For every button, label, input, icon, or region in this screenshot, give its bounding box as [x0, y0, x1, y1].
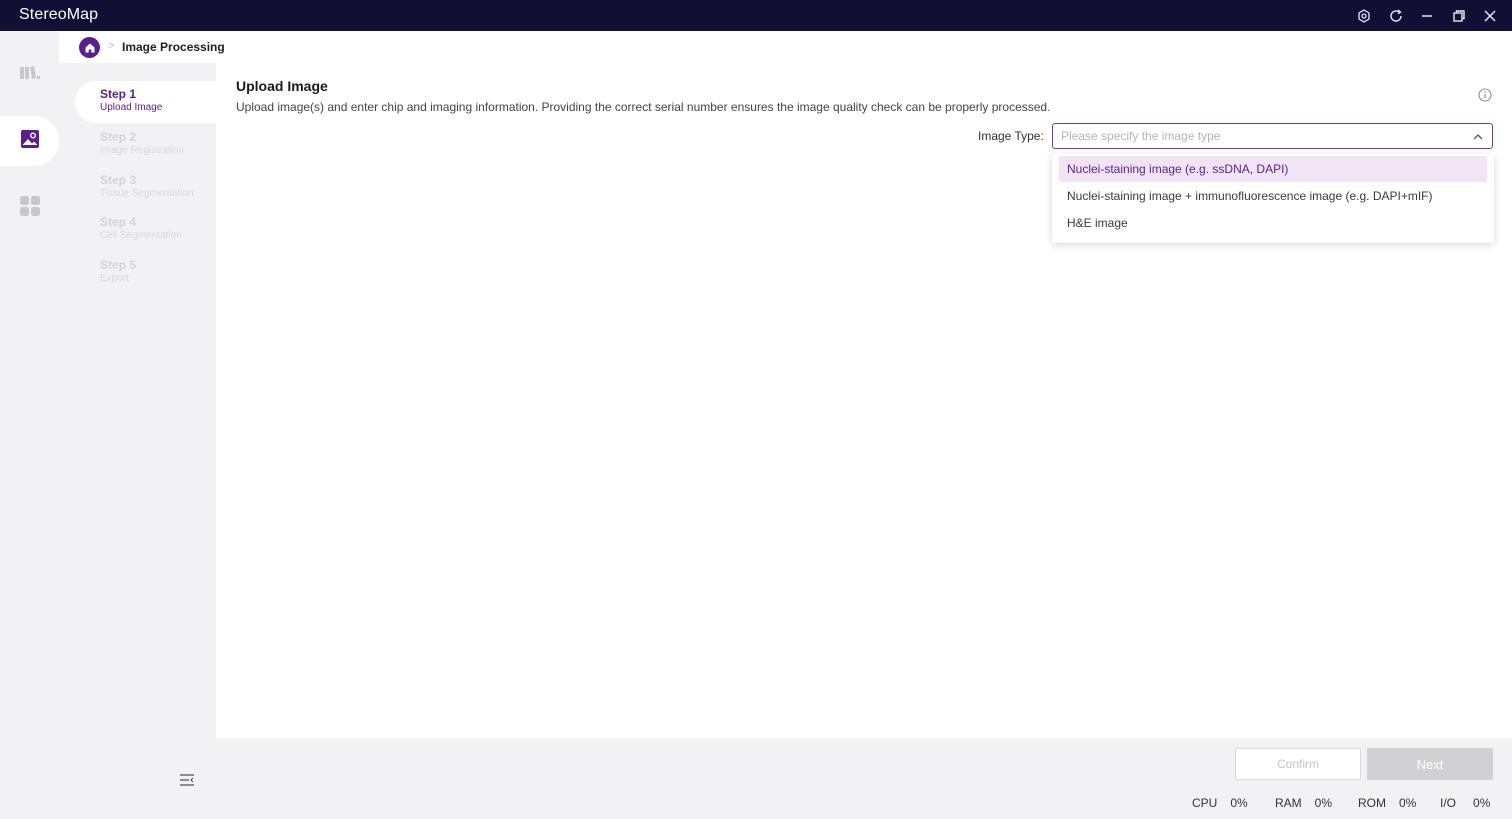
app-title: StereoMap [19, 6, 99, 23]
step-subtitle: Tissue Segmentation [100, 188, 194, 199]
collapse-menu-icon[interactable] [178, 772, 196, 788]
minimize-icon[interactable] [1416, 5, 1438, 27]
title-bar: StereoMap [0, 0, 1512, 31]
settings-icon[interactable] [1353, 5, 1375, 27]
step-1[interactable]: Step 1 Upload Image [75, 81, 216, 123]
stat-label: ROM [1358, 796, 1386, 810]
next-button[interactable]: Next [1367, 748, 1493, 780]
rom-stat: ROM 0% [1358, 796, 1416, 810]
step-subtitle: Image Registration [100, 145, 184, 156]
breadcrumb: > Image Processing [59, 31, 1512, 63]
step-5: Step 5 Export [75, 252, 216, 294]
image-processing-icon [20, 129, 40, 154]
steps-panel: Step 1 Upload Image Step 2 Image Registr… [59, 63, 216, 819]
step-2: Step 2 Image Registration [75, 124, 216, 166]
stat-value: 0% [1473, 796, 1491, 810]
page-description: Upload image(s) and enter chip and imagi… [236, 100, 1051, 114]
step-subtitle: Upload Image [100, 102, 163, 113]
step-3: Step 3 Tissue Segmentation [75, 167, 216, 209]
restore-icon[interactable] [1448, 5, 1470, 27]
ram-stat: RAM 0% [1275, 796, 1332, 810]
stat-value: 0% [1314, 796, 1333, 810]
rail-item-apps[interactable] [0, 183, 59, 233]
image-type-option[interactable]: Nuclei-staining image + immunofluorescen… [1059, 183, 1487, 209]
confirm-button[interactable]: Confirm [1235, 748, 1361, 780]
step-title: Step 2 [100, 130, 137, 144]
step-4: Step 4 Cell Segmentation [75, 209, 216, 251]
home-icon[interactable] [79, 37, 100, 58]
image-type-option[interactable]: Nuclei-staining image (e.g. ssDNA, DAPI) [1059, 156, 1487, 182]
image-type-select[interactable]: Please specify the image type [1052, 123, 1493, 149]
page-title: Upload Image [236, 78, 328, 94]
footer-bar: Confirm Next CPU 0% RAM 0% ROM 0% I/O 0% [216, 738, 1512, 819]
step-subtitle: Export [100, 273, 129, 284]
image-type-placeholder: Please specify the image type [1061, 129, 1221, 143]
rail-item-image-processing[interactable] [0, 116, 59, 166]
stat-value: 0% [1399, 796, 1417, 810]
step-title: Step 5 [100, 258, 137, 272]
breadcrumb-separator: > [108, 40, 115, 52]
close-icon[interactable] [1479, 5, 1501, 27]
info-icon[interactable] [1478, 88, 1492, 102]
refresh-icon[interactable] [1385, 5, 1407, 27]
cpu-stat: CPU 0% [1192, 796, 1248, 810]
io-stat: I/O 0% [1440, 796, 1490, 810]
stat-label: I/O [1440, 796, 1457, 810]
stat-value: 0% [1230, 796, 1248, 810]
apps-grid-icon [19, 195, 41, 222]
step-title: Step 4 [100, 215, 137, 229]
chevron-up-icon [1472, 130, 1484, 142]
rail-item-maps[interactable] [0, 50, 59, 100]
breadcrumb-current: Image Processing [122, 40, 225, 54]
step-title: Step 1 [100, 87, 137, 101]
step-title: Step 3 [100, 173, 137, 187]
nav-rail [0, 31, 59, 819]
main-content: Upload Image Upload image(s) and enter c… [216, 63, 1512, 738]
image-type-label: Image Type: [978, 129, 1044, 143]
step-subtitle: Cell Segmentation [100, 230, 182, 241]
image-type-dropdown: Nuclei-staining image (e.g. ssDNA, DAPI)… [1052, 154, 1494, 243]
map-book-icon [19, 64, 41, 87]
image-type-option[interactable]: H&E image [1059, 210, 1487, 236]
stat-label: CPU [1192, 796, 1218, 810]
stat-label: RAM [1275, 796, 1302, 810]
